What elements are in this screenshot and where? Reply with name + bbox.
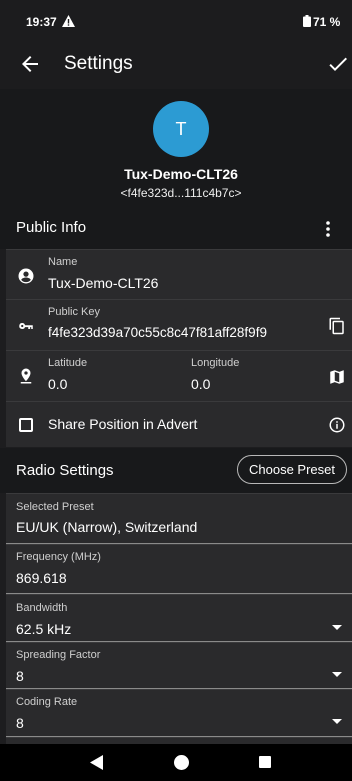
key-icon (19, 323, 33, 329)
device-header: T Tux-Demo-CLT26 <f4fe323d...111c4b7c> (0, 89, 352, 209)
name-value: Tux-Demo-CLT26 (48, 275, 159, 291)
coding-rate-dropdown[interactable]: Coding Rate 8 (6, 689, 352, 737)
share-position-label: Share Position in Advert (48, 416, 198, 432)
bandwidth-label: Bandwidth (16, 602, 68, 614)
nav-recents-icon[interactable] (259, 756, 271, 768)
more-vert-icon[interactable] (318, 218, 338, 240)
info-icon[interactable] (328, 416, 346, 434)
chevron-down-icon (332, 625, 342, 630)
public-info-title: Public Info (16, 219, 87, 236)
warning-icon (62, 15, 75, 27)
longitude-label: Longitude (191, 357, 240, 369)
location-pin-icon (20, 368, 32, 384)
battery-percent: 71 % (313, 15, 341, 29)
public-key-value: f4fe323d39a70c55c8c47f81aff28f9f9 (48, 325, 267, 340)
longitude-value[interactable]: 0.0 (191, 376, 210, 392)
spreading-factor-label: Spreading Factor (16, 649, 101, 661)
latitude-value[interactable]: 0.0 (48, 376, 67, 392)
public-info-header: Public Info (0, 209, 352, 249)
avatar: T (153, 101, 209, 157)
location-field: Latitude 0.0 Longitude 0.0 (6, 350, 352, 401)
spreading-factor-dropdown[interactable]: Spreading Factor 8 (6, 642, 352, 689)
status-time: 19:37 (26, 15, 57, 29)
share-position-checkbox[interactable] (19, 418, 33, 432)
page-title: Settings (64, 53, 133, 74)
device-name: Tux-Demo-CLT26 (124, 166, 238, 182)
frequency-value: 869.618 (16, 570, 67, 586)
nav-home-icon[interactable] (174, 755, 189, 770)
chevron-down-icon (332, 719, 342, 724)
share-position-row[interactable]: Share Position in Advert (6, 401, 352, 447)
bandwidth-dropdown[interactable]: Bandwidth 62.5 kHz (6, 594, 352, 642)
selected-preset-label: Selected Preset (16, 501, 94, 513)
status-bar: 19:37 71 % (0, 0, 352, 40)
device-id: <f4fe323d...111c4b7c> (120, 186, 242, 200)
settings-screen: 19:37 71 % Settings T Tux-Demo-CLT26 <f4… (0, 0, 352, 781)
radio-settings-title: Radio Settings (16, 462, 114, 479)
battery-icon (303, 15, 311, 27)
navigation-bar (0, 744, 352, 781)
frequency-field[interactable]: Frequency (MHz) 869.618 (6, 544, 352, 594)
app-bar: Settings (0, 40, 352, 89)
next-field-partial (6, 737, 352, 744)
spreading-factor-value: 8 (16, 668, 24, 684)
nav-back-icon[interactable] (90, 755, 104, 770)
name-label: Name (48, 256, 78, 268)
public-key-label: Public Key (48, 306, 100, 318)
map-icon[interactable] (328, 368, 346, 386)
selected-preset-value: EU/UK (Narrow), Switzerland (16, 519, 198, 535)
copy-icon[interactable] (328, 317, 346, 335)
chevron-down-icon (332, 672, 342, 677)
name-field[interactable]: Name Tux-Demo-CLT26 (6, 249, 352, 299)
choose-preset-button[interactable]: Choose Preset (237, 455, 347, 484)
check-icon[interactable] (326, 52, 350, 76)
public-key-field: Public Key f4fe323d39a70c55c8c47f81aff28… (6, 299, 352, 350)
arrow-back-icon[interactable] (18, 52, 42, 76)
frequency-label: Frequency (MHz) (16, 551, 101, 563)
radio-settings-header: Radio Settings Choose Preset (0, 448, 352, 493)
account-circle-icon (18, 268, 34, 284)
coding-rate-label: Coding Rate (16, 696, 78, 708)
latitude-label: Latitude (48, 357, 88, 369)
selected-preset-field[interactable]: Selected Preset EU/UK (Narrow), Switzerl… (6, 493, 352, 544)
bandwidth-value: 62.5 kHz (16, 621, 72, 637)
coding-rate-value: 8 (16, 715, 24, 731)
